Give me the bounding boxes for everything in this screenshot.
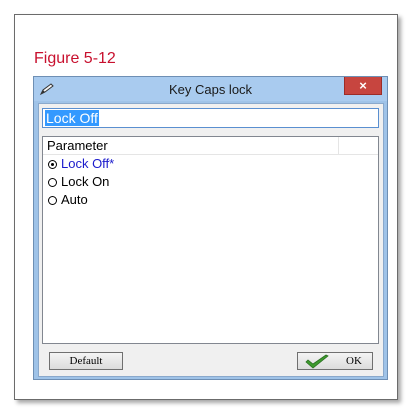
radio-selected-icon[interactable] (48, 160, 57, 169)
option-label: Lock Off* (61, 156, 115, 171)
value-field[interactable]: Lock Off (42, 108, 379, 128)
figure-caption: Figure 5-12 (34, 50, 116, 67)
dialog-body: Lock Off Parameter Lock Off* Lock On Aut… (38, 103, 384, 377)
option-label: Lock On (61, 174, 110, 189)
column-header-parameter[interactable]: Parameter (43, 137, 339, 154)
radio-icon[interactable] (48, 178, 57, 187)
title-bar[interactable]: Key Caps lock × (34, 77, 387, 101)
key-caps-lock-dialog: Key Caps lock × Lock Off Parameter Lock … (33, 76, 388, 380)
parameter-list[interactable]: Parameter Lock Off* Lock On Auto (42, 136, 379, 344)
close-button[interactable]: × (344, 77, 382, 95)
option-label: Auto (61, 192, 88, 207)
checkmark-icon (305, 354, 329, 369)
radio-icon[interactable] (48, 196, 57, 205)
option-auto[interactable]: Auto (48, 192, 88, 208)
option-lock-off[interactable]: Lock Off* (48, 156, 114, 172)
value-field-text: Lock Off (45, 110, 99, 126)
list-header: Parameter (43, 137, 378, 155)
dialog-title: Key Caps lock (168, 82, 253, 97)
option-lock-on[interactable]: Lock On (48, 174, 109, 190)
close-icon: × (359, 78, 367, 93)
ok-button[interactable]: OK (297, 352, 373, 370)
ok-label: OK (346, 355, 362, 367)
default-button[interactable]: Default (49, 352, 123, 370)
